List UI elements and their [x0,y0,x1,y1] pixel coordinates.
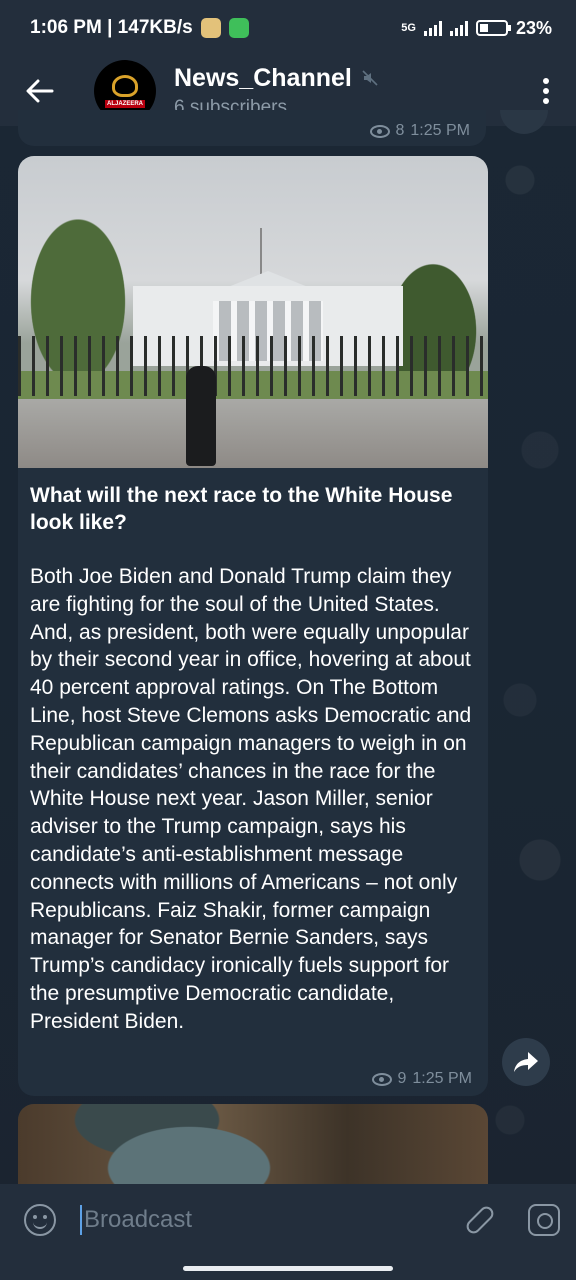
message-title: What will the next race to the White Hou… [30,484,453,534]
message-body: Both Joe Biden and Donald Trump claim th… [30,565,478,1033]
message-text: What will the next race to the White Hou… [30,482,480,1036]
signal-icon [423,20,442,36]
home-indicator[interactable] [183,1265,393,1271]
previous-message-meta: 8 1:25 PM [369,122,470,140]
message-bubble[interactable]: What will the next race to the White Hou… [18,156,488,1096]
statue-photo[interactable] [18,1104,488,1184]
channel-title: News_Channel [174,64,516,93]
more-vertical-icon [543,78,549,104]
input-placeholder: Broadcast [84,1206,193,1233]
photo-statue [63,1104,273,1184]
channel-name-text: News_Channel [174,63,352,92]
input-bar: Broadcast [0,1184,576,1256]
signal-2-icon [449,20,468,36]
camera-icon [528,1204,560,1236]
attach-button[interactable] [448,1184,512,1256]
muted-speaker-icon [362,70,378,86]
text-caret [80,1205,82,1235]
notification-app-icon [200,18,221,38]
next-message-bubble[interactable] [18,1104,488,1184]
broadcast-input[interactable]: Broadcast [80,1184,448,1256]
photo-street [18,399,488,468]
arrow-left-icon [26,79,54,103]
battery-percent: 23% [515,17,552,38]
status-time: 1:06 PM | 147KB/s [30,17,193,38]
paperclip-icon [463,1203,497,1237]
eye-icon [371,1072,392,1086]
photo-flagpole [260,228,262,274]
white-house-photo[interactable] [18,156,488,468]
previous-views: 8 [395,122,405,139]
photo-fence [18,336,488,396]
photo-officer [186,366,216,466]
network-type: 5G [401,22,416,34]
camera-button[interactable] [512,1184,576,1256]
share-button[interactable] [502,1038,550,1086]
message-views: 9 [397,1070,407,1087]
emoji-icon [24,1204,56,1236]
previous-time: 1:25 PM [410,122,470,139]
status-bar: 1:06 PM | 147KB/s 5G 23% [0,0,576,56]
share-arrow-icon [514,1052,538,1072]
message-meta: 9 1:25 PM [371,1070,472,1088]
message-time: 1:25 PM [412,1070,472,1087]
avatar-label: ALJAZEERA [104,99,145,108]
notification-chat-icon [228,18,249,38]
status-right: 5G 23% [401,18,552,39]
battery-icon [475,20,511,36]
status-left: 1:06 PM | 147KB/s [30,17,249,39]
navigation-bar [0,1256,576,1280]
previous-message-bubble[interactable]: 8 1:25 PM [18,110,486,146]
eye-icon [369,124,390,138]
aljazeera-logo-icon [112,74,138,97]
emoji-button[interactable] [0,1184,80,1256]
